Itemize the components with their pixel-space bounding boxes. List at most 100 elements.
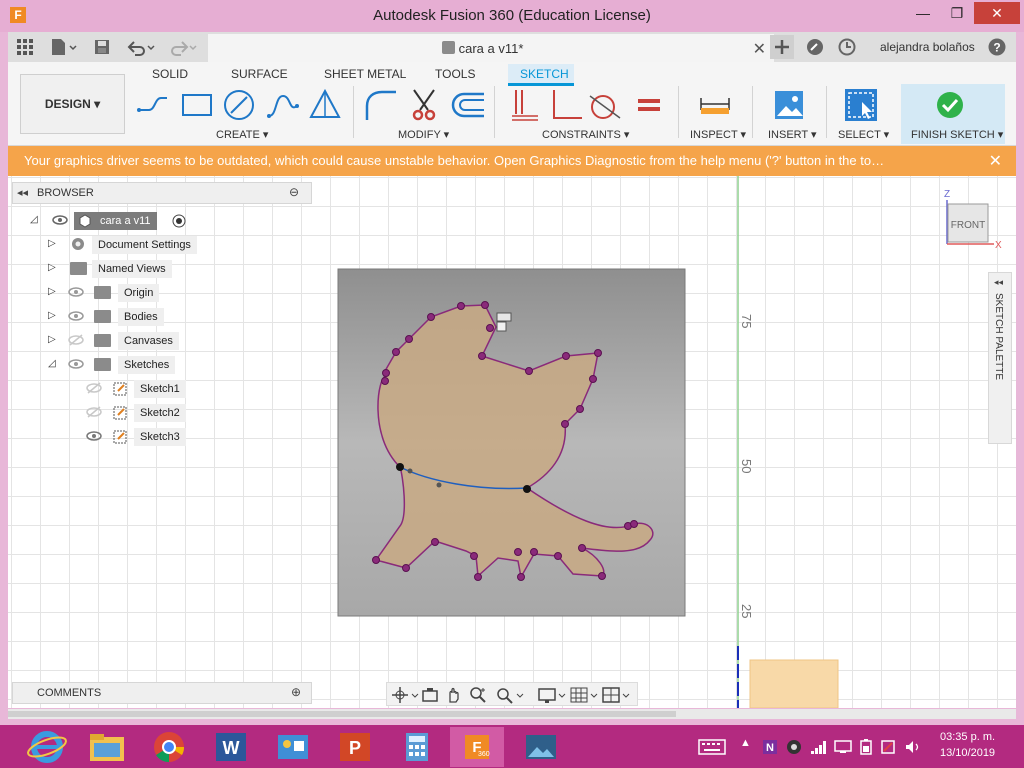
redo-icon[interactable] bbox=[168, 38, 198, 56]
view-cube[interactable]: Z X FRONT bbox=[942, 186, 1004, 250]
collapse-panel-icon[interactable]: ◂◂ bbox=[17, 186, 28, 199]
spline-icon[interactable] bbox=[266, 88, 300, 122]
look-at-icon[interactable] bbox=[421, 686, 439, 704]
minimize-button[interactable]: — bbox=[906, 2, 940, 24]
help-icon[interactable]: ? bbox=[988, 38, 1006, 56]
rectangle-icon[interactable] bbox=[180, 88, 214, 122]
close-banner-icon[interactable]: ✕ bbox=[989, 151, 1002, 171]
calculator-icon[interactable] bbox=[390, 727, 444, 767]
minimize-browser-icon[interactable]: ⊖ bbox=[289, 185, 299, 199]
maximize-button[interactable]: ❐ bbox=[940, 2, 974, 24]
expand-palette-icon[interactable]: ◂◂ bbox=[994, 277, 1003, 288]
browser-item-canvases[interactable]: ▷ Canvases bbox=[48, 330, 208, 350]
undo-icon[interactable] bbox=[126, 38, 156, 56]
close-window-button[interactable]: ✕ bbox=[974, 2, 1020, 24]
powerpoint-icon[interactable]: P bbox=[328, 727, 382, 767]
browser-item-bodies[interactable]: ▷ Bodies bbox=[48, 306, 208, 326]
fit-icon[interactable] bbox=[495, 686, 525, 704]
coincident-icon[interactable] bbox=[508, 88, 542, 122]
perpendicular-icon[interactable] bbox=[548, 88, 582, 122]
activate-radio-icon[interactable] bbox=[172, 214, 186, 228]
tray-app-icon[interactable] bbox=[786, 739, 802, 755]
job-status-icon[interactable] bbox=[806, 38, 824, 56]
action-center-icon[interactable] bbox=[880, 739, 896, 755]
eye-icon[interactable] bbox=[68, 309, 84, 323]
eye-hidden-icon[interactable] bbox=[86, 381, 102, 395]
image-icon[interactable] bbox=[772, 88, 806, 122]
modify-menu[interactable]: MODIFY ▾ bbox=[398, 128, 449, 141]
browser-root[interactable]: ◿ cara a v11 bbox=[30, 210, 210, 230]
equal-icon[interactable] bbox=[632, 88, 666, 122]
expand-triangle-icon[interactable]: ▷ bbox=[48, 334, 58, 346]
file-explorer-icon[interactable] bbox=[80, 727, 134, 767]
expand-triangle-icon[interactable]: ▷ bbox=[48, 286, 58, 298]
tab-sheet-metal[interactable]: SHEET METAL bbox=[324, 67, 406, 81]
browser-header[interactable]: ◂◂ BROWSER ⊖ bbox=[12, 182, 312, 204]
eye-hidden-icon[interactable] bbox=[68, 333, 84, 347]
browser-item-sketch2[interactable]: Sketch2 bbox=[84, 402, 204, 422]
plus-icon[interactable] bbox=[770, 35, 794, 59]
sketch-palette-tab[interactable]: ◂◂ SKETCH PALETTE bbox=[988, 272, 1012, 444]
save-icon[interactable] bbox=[94, 38, 110, 56]
chrome-icon[interactable] bbox=[142, 727, 196, 767]
measure-icon[interactable] bbox=[698, 88, 732, 122]
browser-item-document-settings[interactable]: ▷ Document Settings bbox=[48, 234, 208, 254]
battery-icon[interactable] bbox=[858, 739, 874, 755]
zoom-icon[interactable] bbox=[469, 686, 489, 704]
internet-explorer-icon[interactable] bbox=[20, 727, 74, 767]
file-icon[interactable] bbox=[50, 38, 78, 56]
grid-settings-icon[interactable] bbox=[569, 686, 599, 704]
pan-icon[interactable] bbox=[445, 686, 463, 704]
clock-icon[interactable] bbox=[838, 38, 856, 56]
comments-panel[interactable]: COMMENTS ⊕ bbox=[12, 682, 312, 704]
expand-triangle-icon[interactable]: ▷ bbox=[48, 310, 58, 322]
polygon-icon[interactable] bbox=[308, 88, 342, 122]
workspace-switcher-button[interactable]: DESIGN ▾ bbox=[20, 74, 125, 134]
show-hidden-icons[interactable]: ▲ bbox=[740, 737, 751, 749]
trim-icon[interactable] bbox=[408, 88, 442, 122]
collapse-triangle-icon[interactable]: ◿ bbox=[48, 358, 58, 370]
select-menu[interactable]: SELECT ▾ bbox=[838, 128, 889, 141]
viewports-icon[interactable] bbox=[601, 686, 631, 704]
browser-item-origin[interactable]: ▷ Origin bbox=[48, 282, 208, 302]
grid-icon[interactable] bbox=[16, 38, 34, 56]
expand-triangle-icon[interactable]: ▷ bbox=[48, 262, 58, 274]
insert-menu[interactable]: INSERT ▾ bbox=[768, 128, 817, 141]
word-icon[interactable]: W bbox=[204, 727, 258, 767]
tab-surface[interactable]: SURFACE bbox=[231, 67, 288, 81]
browser-item-sketch1[interactable]: Sketch1 bbox=[84, 378, 204, 398]
display-settings-icon[interactable] bbox=[537, 686, 567, 704]
line-icon[interactable] bbox=[136, 88, 170, 122]
add-comment-icon[interactable]: ⊕ bbox=[291, 685, 301, 699]
finish-sketch-label[interactable]: FINISH SKETCH ▾ bbox=[911, 128, 1003, 141]
browser-item-sketches[interactable]: ◿ Sketches bbox=[48, 354, 208, 374]
tangent-icon[interactable] bbox=[588, 88, 622, 122]
tab-solid[interactable]: SOLID bbox=[152, 67, 188, 81]
inspect-menu[interactable]: INSPECT ▾ bbox=[690, 128, 746, 141]
user-name[interactable]: alejandra bolaños bbox=[880, 40, 975, 54]
offset-icon[interactable] bbox=[450, 88, 484, 122]
select-icon[interactable] bbox=[844, 88, 878, 122]
horizontal-scrollbar[interactable] bbox=[8, 709, 1016, 719]
orbit-icon[interactable] bbox=[391, 686, 419, 704]
control-panel-icon[interactable] bbox=[266, 727, 320, 767]
eye-icon[interactable] bbox=[52, 213, 68, 227]
network-signal-icon[interactable] bbox=[810, 739, 828, 755]
eye-icon[interactable] bbox=[86, 429, 102, 443]
tab-sketch[interactable]: SKETCH bbox=[520, 67, 569, 81]
browser-item-named-views[interactable]: ▷ Named Views bbox=[48, 258, 208, 278]
eye-hidden-icon[interactable] bbox=[86, 405, 102, 419]
photos-icon[interactable] bbox=[514, 727, 568, 767]
close-tab-icon[interactable]: ✕ bbox=[753, 39, 766, 59]
eye-icon[interactable] bbox=[68, 357, 84, 371]
expand-triangle-icon[interactable]: ◿ bbox=[30, 214, 40, 226]
eye-icon[interactable] bbox=[68, 285, 84, 299]
fillet-icon[interactable] bbox=[364, 88, 398, 122]
onenote-icon[interactable]: N bbox=[762, 739, 778, 755]
create-menu[interactable]: CREATE ▾ bbox=[216, 128, 268, 141]
circle-icon[interactable] bbox=[222, 88, 256, 122]
check-icon[interactable] bbox=[933, 88, 967, 122]
scrollbar-thumb[interactable] bbox=[8, 711, 676, 717]
fusion-360-taskbar-button[interactable]: F 360 bbox=[450, 727, 504, 767]
keyboard-icon[interactable] bbox=[698, 739, 726, 755]
